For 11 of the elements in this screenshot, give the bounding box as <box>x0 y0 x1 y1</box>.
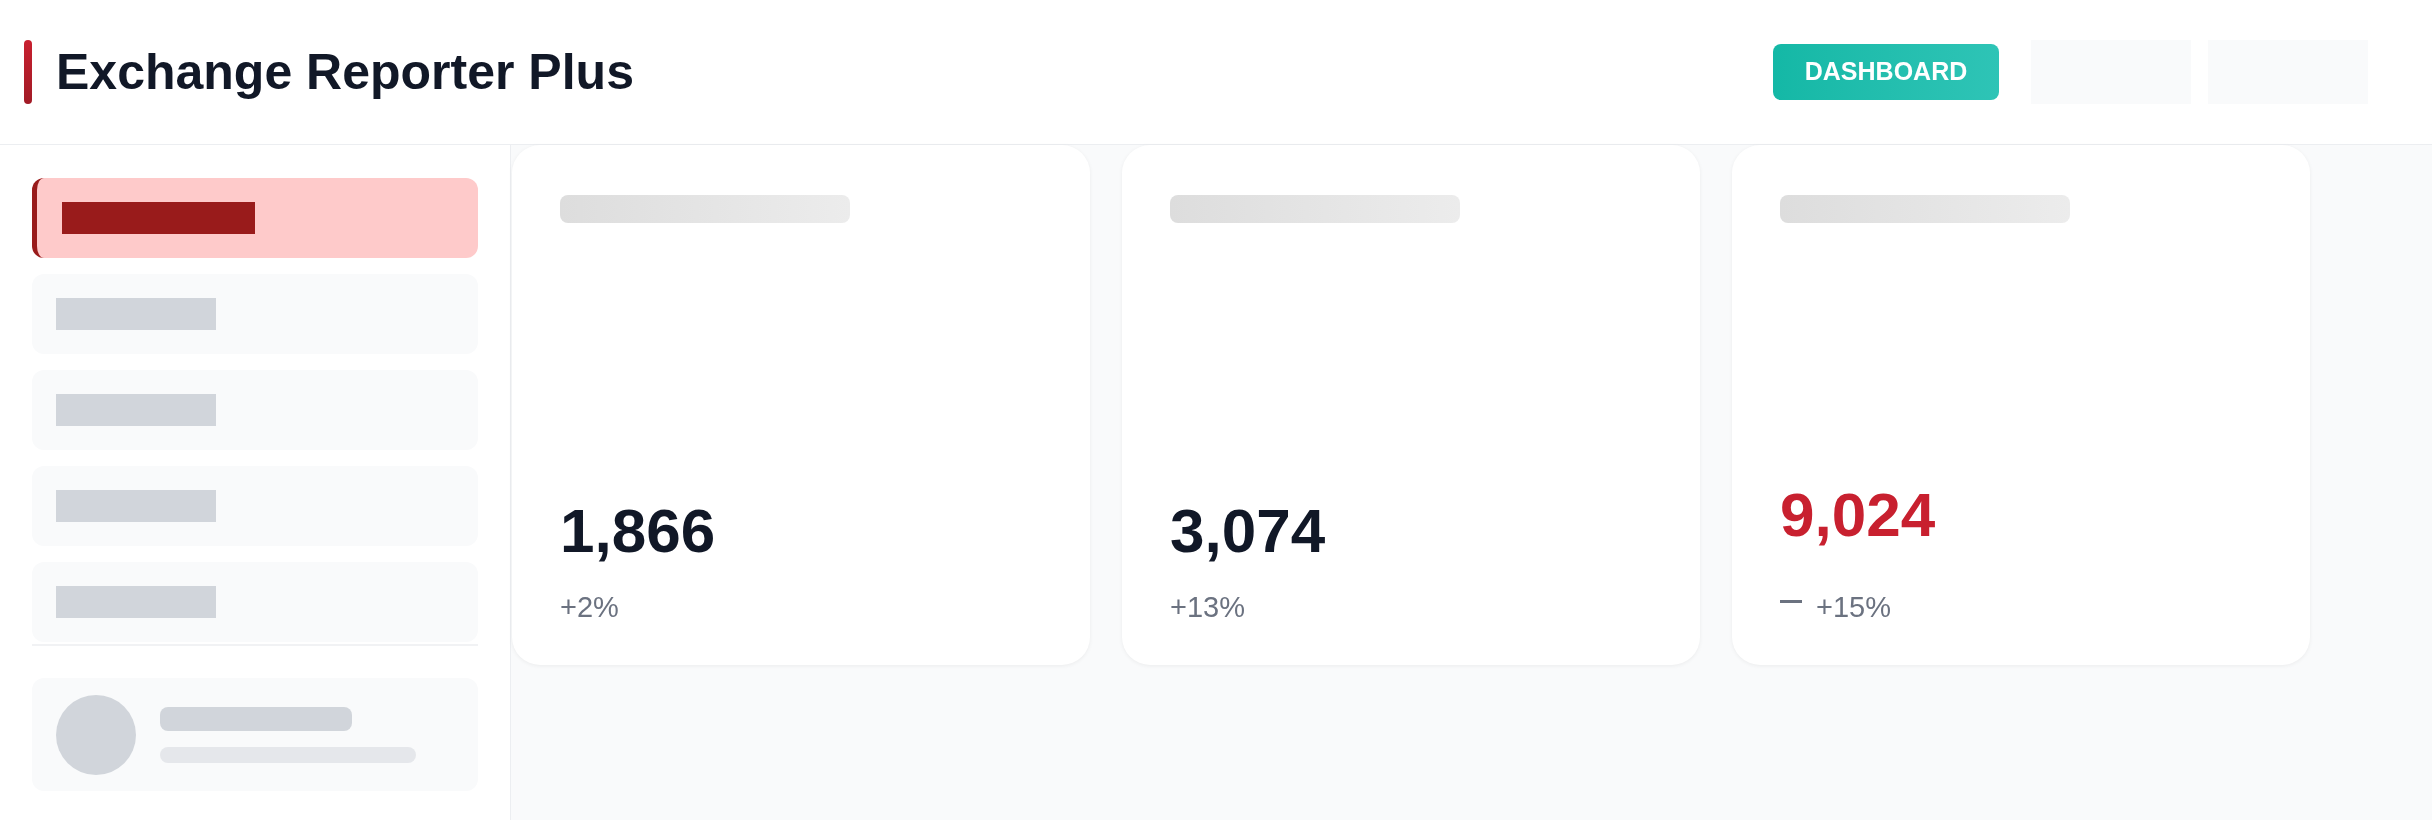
stat-change: +15% <box>1816 589 1891 625</box>
nav-item[interactable] <box>32 178 478 258</box>
stat-value: 3,074 <box>1170 499 1327 562</box>
stat-change: +13% <box>1170 589 1245 625</box>
stat-value: 1,866 <box>560 499 717 562</box>
stat-value: 9,024 <box>1780 483 1937 546</box>
dashboard-button[interactable]: DASHBOARD <box>1773 44 1999 100</box>
stat-change: +2% <box>560 589 619 625</box>
app-title: Exchange Reporter Plus <box>56 42 634 102</box>
accent-bar <box>24 40 32 104</box>
dash-icon <box>1780 600 1802 605</box>
